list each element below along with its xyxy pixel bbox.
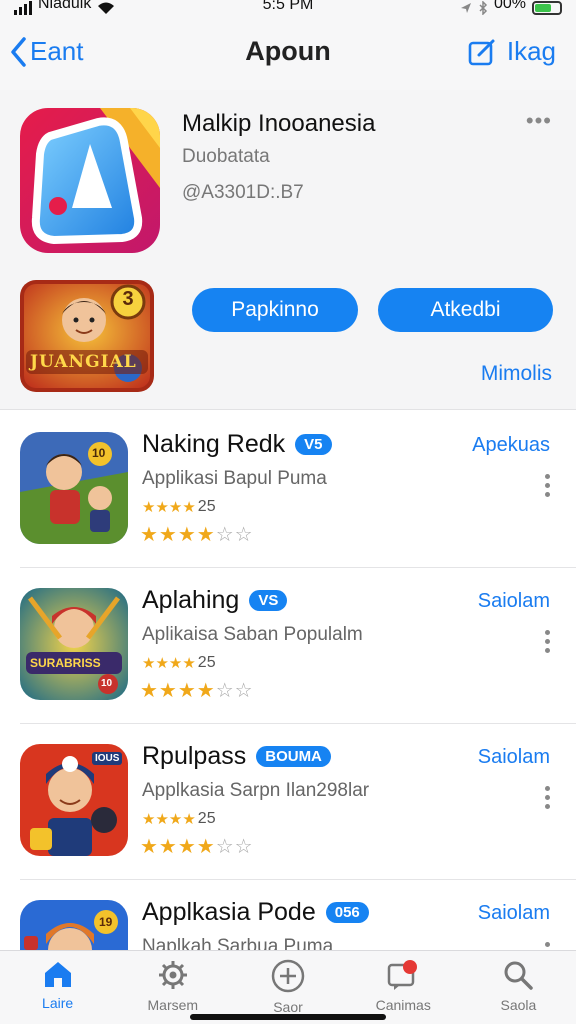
app-action-link[interactable]: Saiolam xyxy=(478,590,550,613)
app-icon-badge: IOUS xyxy=(92,752,123,765)
app-icon[interactable]: 10 xyxy=(20,432,128,544)
battery-icon xyxy=(532,1,562,15)
version-badge: 056 xyxy=(325,902,369,923)
rating-count: 25 xyxy=(197,498,216,515)
app-action-link[interactable]: Apekuas xyxy=(472,434,550,457)
featured-app-card: Malkip Inooanesia Duobatata @A3301D:.B7 … xyxy=(0,90,576,410)
compose-icon xyxy=(468,39,495,65)
battery-percent: 00% xyxy=(493,0,526,12)
compose-button[interactable]: Ikag xyxy=(467,36,556,67)
tab-search[interactable]: Saola xyxy=(461,951,576,1024)
app-title: Aplahing xyxy=(142,586,240,614)
status-time: 5:5 PM xyxy=(262,0,314,13)
app-icon-badge: 10 xyxy=(92,446,106,460)
featured-game-thumbnail[interactable]: 3 JUANGIAL xyxy=(20,280,154,392)
star-icon: ★★★★ xyxy=(142,655,196,672)
list-item[interactable]: 10 Naking Redk V5 Applikasi Bapul Puma ★… xyxy=(0,412,576,568)
rating-summary: ★★★★ 25 xyxy=(142,654,216,672)
app-icon[interactable]: IOUS xyxy=(20,744,128,856)
rating-count: 25 xyxy=(197,810,216,827)
game-title-text: JUANGIAL xyxy=(30,352,137,372)
star-icon: ★★★★ xyxy=(142,811,196,828)
tab-label: Laire xyxy=(42,995,74,1011)
more-options-icon[interactable] xyxy=(544,630,550,653)
app-icon[interactable]: SURABRISS 10 xyxy=(20,588,128,700)
app-action-link[interactable]: Saiolam xyxy=(478,902,550,925)
version-badge: V5 xyxy=(295,434,332,455)
rating-summary: ★★★★ 25 xyxy=(142,498,216,516)
chat-icon xyxy=(387,960,418,990)
tab-label: Marsem xyxy=(147,997,199,1013)
app-icon-badge: 19 xyxy=(99,915,113,929)
tab-label: Saola xyxy=(500,997,537,1013)
app-subtitle: Aplikaisa Saban Populalm xyxy=(142,624,363,645)
list-item[interactable]: SURABRISS 10 Aplahing VS Aplikaisa Saban… xyxy=(0,568,576,724)
star-rating: ★★★★☆☆ xyxy=(140,680,254,702)
rating-count: 25 xyxy=(197,654,216,671)
primary-action-button[interactable]: Papkinno xyxy=(192,288,358,332)
app-title: Rpulpass xyxy=(142,742,247,770)
app-action-link[interactable]: Saiolam xyxy=(478,746,550,769)
featured-app-developer: Duobatata xyxy=(182,146,270,167)
more-options-icon[interactable]: ••• xyxy=(526,108,552,134)
compose-label: Ikag xyxy=(506,36,556,66)
tab-label: Saor xyxy=(273,999,303,1015)
version-badge: VS xyxy=(249,590,288,611)
star-rating: ★★★★☆☆ xyxy=(140,836,254,858)
rating-summary: ★★★★ 25 xyxy=(142,810,216,828)
search-icon xyxy=(504,961,534,990)
home-icon xyxy=(44,962,71,987)
app-title: Applkasia Pode xyxy=(142,898,316,926)
secondary-action-button[interactable]: Atkedbi xyxy=(378,288,553,332)
star-icon: ★★★★ xyxy=(142,499,196,516)
app-subtitle: Applikasi Bapul Puma xyxy=(142,468,327,489)
app-title: Naking Redk xyxy=(142,430,286,458)
list-item[interactable]: IOUS Rpulpass BOUMA Applkasia Sarpn Ilan… xyxy=(0,724,576,880)
home-indicator xyxy=(190,1014,386,1020)
app-icon-text: SURABRISS xyxy=(30,656,101,670)
featured-app-name: Malkip Inooanesia xyxy=(182,110,376,137)
navigation-bar: Eant Apoun Ikag xyxy=(0,16,576,90)
status-bar: Nladuik 5:5 PM 00% xyxy=(0,0,576,16)
more-options-icon[interactable] xyxy=(544,474,550,497)
featured-app-icon[interactable] xyxy=(20,108,160,253)
tab-bar: Laire Marsem Saor Canimas Saola xyxy=(0,950,576,1024)
tab-label: Canimas xyxy=(375,997,431,1013)
gear-icon xyxy=(158,961,187,989)
more-link[interactable]: Mimolis xyxy=(481,362,552,386)
tab-home[interactable]: Laire xyxy=(0,951,115,1024)
app-subtitle: Applkasia Sarpn Ilan298lar xyxy=(142,780,370,801)
featured-app-id: @A3301D:.B7 xyxy=(182,182,304,203)
plus-icon xyxy=(271,959,305,993)
version-badge: BOUMA xyxy=(256,746,331,767)
more-options-icon[interactable] xyxy=(544,786,550,809)
game-badge-number: 3 xyxy=(122,288,134,310)
star-rating: ★★★★☆☆ xyxy=(140,524,254,546)
app-icon-badge: 10 xyxy=(101,678,113,689)
